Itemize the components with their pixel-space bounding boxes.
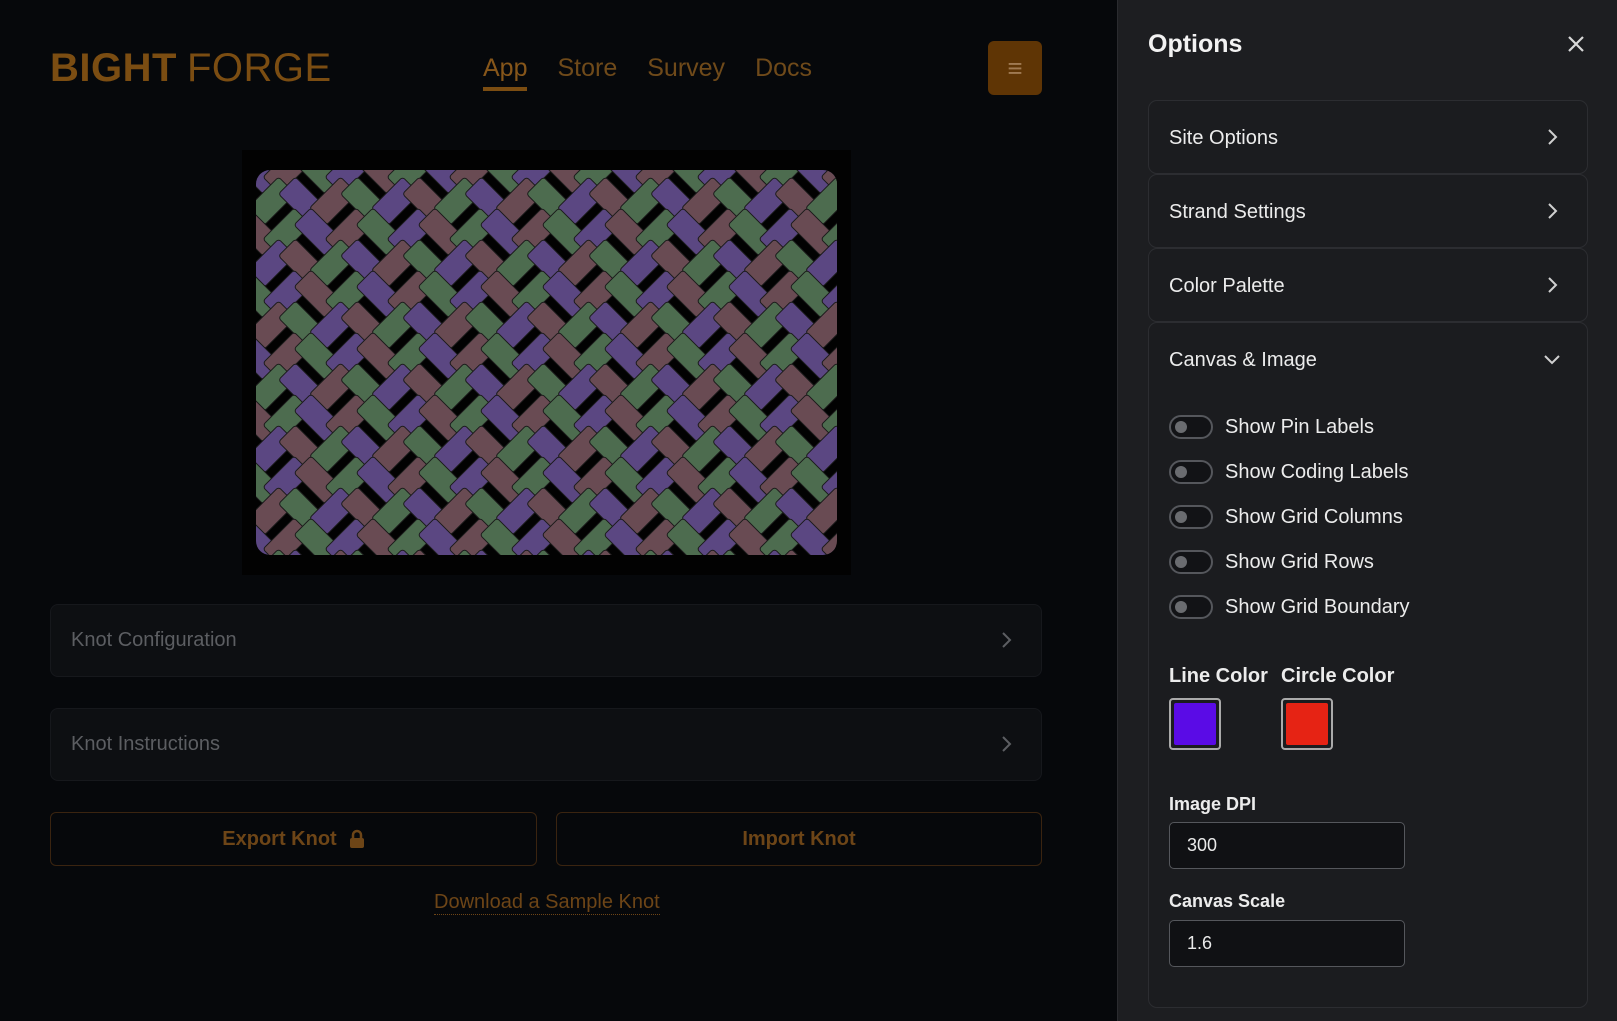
- toggle-label: Show Grid Columns: [1225, 505, 1403, 528]
- drawer-title: Options: [1148, 30, 1243, 58]
- toggle-switch[interactable]: [1169, 460, 1213, 484]
- nav-store[interactable]: Store: [557, 54, 617, 91]
- lock-icon: [349, 829, 364, 848]
- panel-title: Knot Configuration: [71, 629, 237, 651]
- site-options-section[interactable]: Site Options: [1148, 100, 1588, 174]
- line-color-group: Line Color: [1169, 665, 1268, 750]
- export-label: Export Knot: [222, 827, 337, 850]
- chevron-right-icon: [1002, 632, 1012, 648]
- section-label: Strand Settings: [1169, 201, 1306, 223]
- toggle-show-grid-boundary: Show Grid Boundary: [1169, 595, 1410, 619]
- brand-name-light: FORGE: [186, 46, 332, 90]
- export-knot-button[interactable]: Export Knot: [50, 812, 537, 866]
- knot-image: [256, 170, 837, 555]
- toggle-show-coding-labels: Show Coding Labels: [1169, 460, 1408, 484]
- knot-canvas: [242, 150, 851, 575]
- close-icon[interactable]: [1564, 32, 1588, 56]
- line-color-label: Line Color: [1169, 665, 1268, 687]
- chevron-right-icon: [1548, 203, 1558, 219]
- chevron-down-icon: [1544, 355, 1560, 365]
- knot-instructions-panel[interactable]: Knot Instructions: [50, 708, 1042, 781]
- options-drawer: Options Site Options Strand Settings Col…: [1117, 0, 1617, 1021]
- nav-app[interactable]: App: [483, 54, 528, 91]
- nav-survey[interactable]: Survey: [647, 54, 725, 91]
- chevron-right-icon: [1002, 736, 1012, 752]
- section-label: Canvas & Image: [1169, 349, 1317, 371]
- nav-docs[interactable]: Docs: [755, 54, 812, 91]
- chevron-right-icon: [1548, 277, 1558, 293]
- chevron-right-icon: [1548, 129, 1558, 145]
- line-color-picker[interactable]: [1169, 698, 1221, 750]
- section-label: Color Palette: [1169, 275, 1285, 297]
- image-dpi-label: Image DPI: [1169, 794, 1257, 814]
- import-label: Import Knot: [742, 827, 856, 850]
- toggle-show-pin-labels: Show Pin Labels: [1169, 415, 1374, 439]
- download-sample-link[interactable]: Download a Sample Knot: [434, 891, 660, 915]
- canvas-scale-label: Canvas Scale: [1169, 891, 1286, 911]
- panel-title: Knot Instructions: [71, 733, 220, 755]
- toggle-label: Show Pin Labels: [1225, 415, 1374, 438]
- section-label: Site Options: [1169, 127, 1278, 149]
- toggle-show-grid-rows: Show Grid Rows: [1169, 550, 1374, 574]
- canvas-image-section: Canvas & Image Show Pin Labels Show Codi…: [1148, 322, 1588, 1008]
- knot-configuration-panel[interactable]: Knot Configuration: [50, 604, 1042, 677]
- knot-segment: [836, 549, 837, 555]
- toggle-switch[interactable]: [1169, 505, 1213, 529]
- canvas-scale-input[interactable]: [1169, 920, 1405, 967]
- hamburger-icon: ≡: [1007, 52, 1023, 83]
- brand-logo[interactable]: BIGHT FORGE: [50, 46, 332, 91]
- canvas-image-header[interactable]: Canvas & Image: [1149, 323, 1587, 395]
- menu-button[interactable]: ≡: [988, 41, 1042, 95]
- toggle-label: Show Coding Labels: [1225, 460, 1409, 483]
- main-app: BIGHT FORGE App Store Survey Docs ≡ Knot …: [0, 0, 1117, 1021]
- import-knot-button[interactable]: Import Knot: [556, 812, 1042, 866]
- image-dpi-input[interactable]: [1169, 822, 1405, 869]
- toggle-switch[interactable]: [1169, 415, 1213, 439]
- brand-name-bold: BIGHT: [50, 46, 177, 90]
- main-nav: App Store Survey Docs: [483, 54, 812, 91]
- color-palette-section[interactable]: Color Palette: [1148, 248, 1588, 322]
- toggle-switch[interactable]: [1169, 595, 1213, 619]
- toggle-show-grid-columns: Show Grid Columns: [1169, 505, 1403, 529]
- circle-color-picker[interactable]: [1281, 698, 1333, 750]
- toggle-label: Show Grid Boundary: [1225, 595, 1410, 618]
- circle-color-label: Circle Color: [1281, 665, 1395, 687]
- strand-settings-section[interactable]: Strand Settings: [1148, 174, 1588, 248]
- toggle-label: Show Grid Rows: [1225, 550, 1374, 573]
- toggle-switch[interactable]: [1169, 550, 1213, 574]
- circle-color-group: Circle Color: [1281, 665, 1394, 750]
